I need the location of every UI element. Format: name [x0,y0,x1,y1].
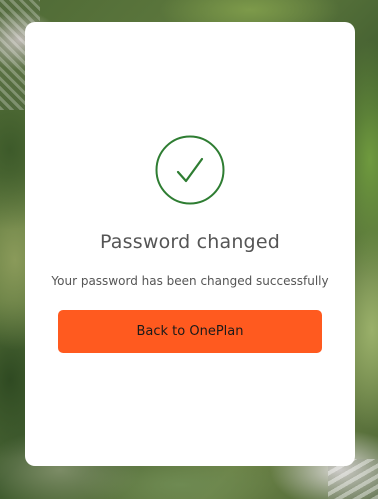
page-title: Password changed [100,231,280,253]
success-message: Your password has been changed successfu… [51,274,329,288]
password-changed-card: Password changed Your password has been … [25,22,355,466]
back-to-oneplan-button[interactable]: Back to OnePlan [58,310,322,353]
check-circle-icon [155,135,225,205]
